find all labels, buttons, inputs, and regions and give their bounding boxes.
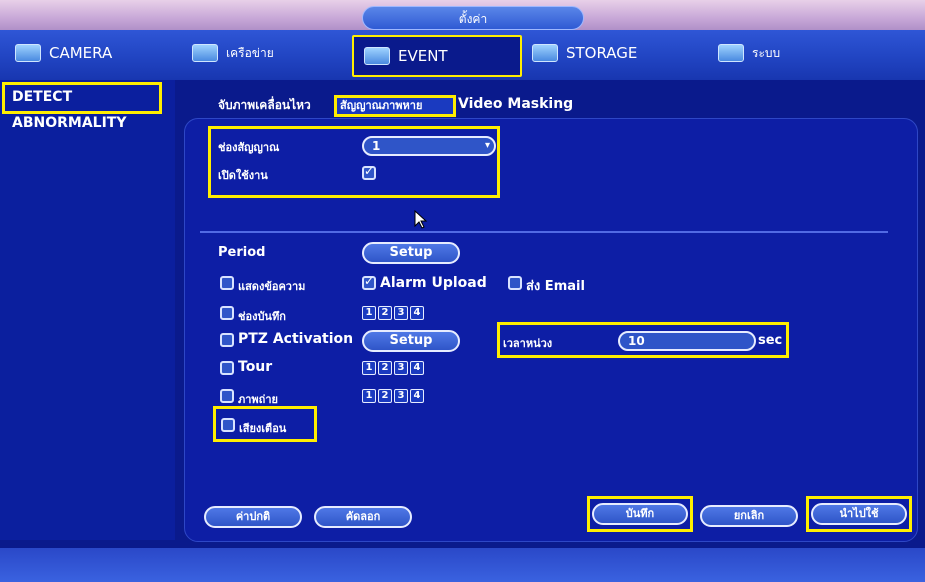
tab-system-label: ระบบ xyxy=(752,45,781,60)
ptz-label: PTZ Activation xyxy=(238,331,354,347)
delay-unit: sec xyxy=(758,333,783,348)
subtab-video-masking[interactable]: Video Masking xyxy=(458,96,573,112)
network-icon xyxy=(192,44,218,62)
record-channel-2[interactable]: 2 xyxy=(378,306,392,320)
show-message-label: แสดงข้อความ xyxy=(238,280,306,293)
subtab-motion-detect[interactable]: จับภาพเคลื่อนไหว xyxy=(218,96,311,115)
chevron-down-icon: ▾ xyxy=(484,140,490,151)
alarm-upload-label: Alarm Upload xyxy=(380,275,487,291)
tour-channel-2[interactable]: 2 xyxy=(378,361,392,375)
divider xyxy=(200,231,888,233)
tab-camera[interactable]: CAMERA xyxy=(15,38,165,68)
record-channel-4[interactable]: 4 xyxy=(410,306,424,320)
system-icon xyxy=(718,44,744,62)
channel-select-value: 1 xyxy=(372,139,381,153)
tab-system[interactable]: ระบบ xyxy=(718,38,868,68)
record-channel-checkbox[interactable] xyxy=(220,306,234,320)
tab-network[interactable]: เครือข่าย xyxy=(192,38,342,68)
record-channel-1[interactable]: 1 xyxy=(362,306,376,320)
snapshot-channel-2[interactable]: 2 xyxy=(378,389,392,403)
snapshot-channel-3[interactable]: 3 xyxy=(394,389,408,403)
event-icon xyxy=(364,47,390,65)
tab-event-label: EVENT xyxy=(398,47,448,65)
buzzer-checkbox[interactable] xyxy=(221,418,235,432)
send-email-label: ส่ง Email xyxy=(526,279,585,294)
copy-button[interactable]: คัดลอก xyxy=(314,506,412,528)
ptz-checkbox[interactable] xyxy=(220,333,234,347)
ptz-setup-button[interactable]: Setup xyxy=(362,330,460,352)
delay-label: เวลาหน่วง xyxy=(503,337,553,350)
camera-icon xyxy=(15,44,41,62)
snapshot-channel-4[interactable]: 4 xyxy=(410,389,424,403)
tab-camera-label: CAMERA xyxy=(49,44,113,62)
period-label: Period xyxy=(218,245,266,260)
cancel-button[interactable]: ยกเลิก xyxy=(700,505,798,527)
show-message-checkbox[interactable] xyxy=(220,276,234,290)
tour-checkbox[interactable] xyxy=(220,361,234,375)
delay-input[interactable]: 10 xyxy=(618,331,756,351)
mouse-cursor-icon xyxy=(414,210,428,229)
enable-label: เปิดใช้งาน xyxy=(218,169,268,182)
sidebar-item-detect[interactable]: DETECT xyxy=(12,89,72,105)
storage-icon xyxy=(532,44,558,62)
bottom-bar xyxy=(0,548,925,582)
subtab-video-loss[interactable]: สัญญาณภาพหาย xyxy=(334,95,456,117)
sidebar-item-abnormality[interactable]: ABNORMALITY xyxy=(12,115,127,131)
default-button[interactable]: ค่าปกติ xyxy=(204,506,302,528)
tour-label: Tour xyxy=(238,359,273,375)
send-email-checkbox[interactable] xyxy=(508,276,522,290)
tab-event[interactable]: EVENT xyxy=(352,35,522,77)
window-title: ตั้งค่า xyxy=(362,6,584,30)
tab-storage[interactable]: STORAGE xyxy=(532,38,702,68)
alarm-upload-checkbox[interactable] xyxy=(362,274,376,290)
tab-network-label: เครือข่าย xyxy=(226,45,274,60)
tour-channel-4[interactable]: 4 xyxy=(410,361,424,375)
apply-button[interactable]: นำไปใช้ xyxy=(811,503,907,525)
tour-channel-3[interactable]: 3 xyxy=(394,361,408,375)
buzzer-label: เสียงเตือน xyxy=(239,422,287,435)
period-setup-button[interactable]: Setup xyxy=(362,242,460,264)
channel-select[interactable]: 1 ▾ xyxy=(362,136,496,156)
enable-checkbox[interactable] xyxy=(362,164,376,180)
sidebar xyxy=(0,80,175,540)
snapshot-channel-1[interactable]: 1 xyxy=(362,389,376,403)
snapshot-checkbox[interactable] xyxy=(220,389,234,403)
save-button[interactable]: บันทึก xyxy=(592,503,688,525)
record-channel-label: ช่องบันทึก xyxy=(238,310,286,323)
tab-storage-label: STORAGE xyxy=(566,44,638,62)
record-channel-3[interactable]: 3 xyxy=(394,306,408,320)
tour-channel-1[interactable]: 1 xyxy=(362,361,376,375)
channel-label: ช่องสัญญาณ xyxy=(218,141,280,154)
